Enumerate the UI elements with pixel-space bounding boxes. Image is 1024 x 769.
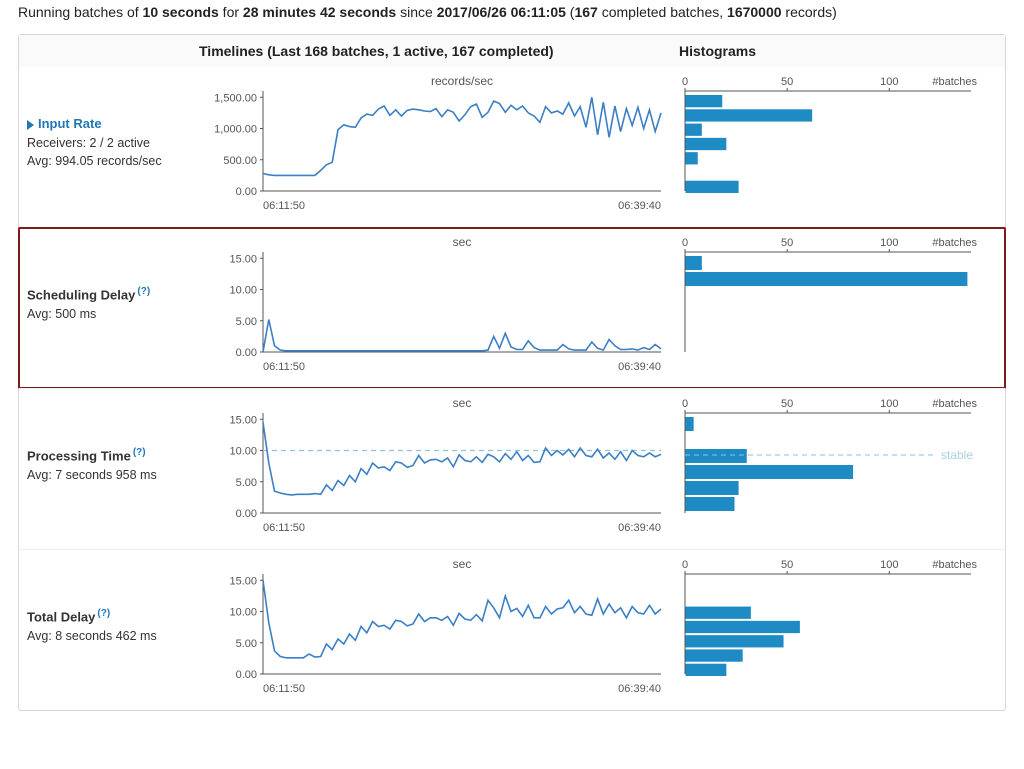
metric-title-text: Input Rate bbox=[38, 115, 102, 134]
svg-text:10.00: 10.00 bbox=[229, 285, 257, 297]
histogram-col: 0 50 100 #batches stable bbox=[679, 395, 997, 535]
svg-text:records/sec: records/sec bbox=[431, 74, 493, 88]
histogram-chart: 0 50 100 #batches stable bbox=[679, 395, 979, 535]
metric-title: Total Delay(?) bbox=[27, 607, 199, 627]
svg-text:100: 100 bbox=[880, 237, 898, 249]
metric-label-col: Processing Time(?)Avg: 7 seconds 958 ms bbox=[27, 395, 199, 535]
streaming-metrics-panel: Timelines (Last 168 batches, 1 active, 1… bbox=[18, 34, 1006, 711]
svg-text:5.00: 5.00 bbox=[236, 477, 257, 489]
timelines-header: Timelines (Last 168 batches, 1 active, 1… bbox=[199, 43, 554, 59]
metric-label-col: Scheduling Delay(?)Avg: 500 ms bbox=[27, 234, 199, 374]
svg-text:0.00: 0.00 bbox=[236, 669, 257, 681]
help-icon[interactable]: (?) bbox=[137, 286, 150, 297]
histogram-chart: 0 50 100 #batches bbox=[679, 234, 979, 374]
metric-subline-2: Avg: 994.05 records/sec bbox=[27, 152, 199, 170]
summary-prefix: Running batches of bbox=[18, 4, 143, 20]
metric-subline-1: Receivers: 2 / 2 active bbox=[27, 134, 199, 152]
svg-text:5.00: 5.00 bbox=[236, 638, 257, 650]
histogram-chart: 0 50 100 #batches bbox=[679, 73, 979, 213]
help-icon[interactable]: (?) bbox=[133, 447, 146, 458]
svg-text:06:11:50: 06:11:50 bbox=[263, 683, 305, 695]
svg-text:1,500.00: 1,500.00 bbox=[214, 92, 257, 104]
svg-text:100: 100 bbox=[880, 76, 898, 88]
metric-title-link[interactable]: Input Rate bbox=[27, 115, 199, 134]
svg-text:500.00: 500.00 bbox=[223, 155, 257, 167]
timeline-chart: sec 0.00 5.00 10.00 15.00 06:11:50 06:39:40 bbox=[199, 234, 669, 374]
svg-text:15.00: 15.00 bbox=[229, 414, 257, 426]
svg-text:sec: sec bbox=[453, 396, 472, 410]
header-row: Timelines (Last 168 batches, 1 active, 1… bbox=[19, 35, 1005, 67]
summary-batch-interval: 10 seconds bbox=[143, 4, 219, 20]
metric-title: Processing Time(?) bbox=[27, 446, 199, 466]
svg-text:06:39:40: 06:39:40 bbox=[618, 200, 661, 212]
svg-text:sec: sec bbox=[453, 235, 472, 249]
metric-row-processing_time: Processing Time(?)Avg: 7 seconds 958 mss… bbox=[19, 388, 1005, 549]
svg-text:sec: sec bbox=[453, 557, 472, 571]
summary-duration: 28 minutes 42 seconds bbox=[243, 4, 396, 20]
metric-subline-1: Avg: 500 ms bbox=[27, 305, 199, 323]
svg-text:06:39:40: 06:39:40 bbox=[618, 361, 661, 373]
svg-text:100: 100 bbox=[880, 559, 898, 571]
svg-text:#batches: #batches bbox=[932, 398, 977, 410]
summary-completed-count: 167 bbox=[574, 4, 597, 20]
metric-subline-1: Avg: 7 seconds 958 ms bbox=[27, 466, 199, 484]
svg-text:10.00: 10.00 bbox=[229, 607, 257, 619]
summary-since-ts: 2017/06/26 06:11:05 bbox=[437, 4, 566, 20]
svg-text:#batches: #batches bbox=[932, 559, 977, 571]
help-icon[interactable]: (?) bbox=[97, 608, 110, 619]
summary-records-count: 1670000 bbox=[727, 4, 782, 20]
metric-row-scheduling_delay: Scheduling Delay(?)Avg: 500 ms sec 0.00 5.0… bbox=[19, 227, 1005, 388]
svg-text:06:11:50: 06:11:50 bbox=[263, 361, 305, 373]
svg-text:15.00: 15.00 bbox=[229, 253, 257, 265]
svg-text:100: 100 bbox=[880, 398, 898, 410]
metric-row-input_rate: Input RateReceivers: 2 / 2 activeAvg: 99… bbox=[19, 67, 1005, 227]
svg-text:5.00: 5.00 bbox=[236, 316, 257, 328]
svg-text:stable: stable bbox=[941, 448, 973, 462]
timeline-col: sec 0.00 5.00 10.00 15.00 06:11:50 06:39:40 bbox=[199, 395, 679, 535]
metric-row-total_delay: Total Delay(?)Avg: 8 seconds 462 ms sec 0.… bbox=[19, 549, 1005, 710]
timeline-col: sec 0.00 5.00 10.00 15.00 06:11:50 06:39:40 bbox=[199, 234, 679, 374]
histogram-col: 0 50 100 #batches bbox=[679, 556, 997, 696]
histogram-col: 0 50 100 #batches bbox=[679, 73, 997, 213]
summary-line: Running batches of 10 seconds for 28 min… bbox=[18, 4, 1006, 20]
metric-title: Scheduling Delay(?) bbox=[27, 285, 199, 305]
metric-label-col: Input RateReceivers: 2 / 2 activeAvg: 99… bbox=[27, 73, 199, 213]
svg-text:0.00: 0.00 bbox=[236, 347, 257, 359]
timeline-col: records/sec 0.00 500.00 1,000.00 1,500.00 06:… bbox=[199, 73, 679, 213]
svg-text:0.00: 0.00 bbox=[236, 508, 257, 520]
svg-text:50: 50 bbox=[781, 559, 793, 571]
timeline-chart: sec 0.00 5.00 10.00 15.00 06:11:50 06:39:40 bbox=[199, 556, 669, 696]
svg-text:0: 0 bbox=[682, 76, 688, 88]
svg-text:50: 50 bbox=[781, 237, 793, 249]
svg-text:0: 0 bbox=[682, 398, 688, 410]
svg-text:0.00: 0.00 bbox=[236, 186, 257, 198]
svg-text:1,000.00: 1,000.00 bbox=[214, 124, 257, 136]
histograms-header: Histograms bbox=[679, 43, 756, 59]
svg-text:50: 50 bbox=[781, 398, 793, 410]
histogram-chart: 0 50 100 #batches bbox=[679, 556, 979, 696]
svg-text:0: 0 bbox=[682, 237, 688, 249]
svg-text:#batches: #batches bbox=[932, 76, 977, 88]
svg-text:50: 50 bbox=[781, 76, 793, 88]
svg-text:0: 0 bbox=[682, 559, 688, 571]
metric-subline-1: Avg: 8 seconds 462 ms bbox=[27, 627, 199, 645]
timeline-chart: sec 0.00 5.00 10.00 15.00 06:11:50 06:39:40 bbox=[199, 395, 669, 535]
expand-icon bbox=[27, 120, 34, 130]
timeline-chart: records/sec 0.00 500.00 1,000.00 1,500.00 06:… bbox=[199, 73, 669, 213]
timeline-col: sec 0.00 5.00 10.00 15.00 06:11:50 06:39:40 bbox=[199, 556, 679, 696]
svg-text:15.00: 15.00 bbox=[229, 575, 257, 587]
svg-text:06:11:50: 06:11:50 bbox=[263, 200, 305, 212]
svg-text:#batches: #batches bbox=[932, 237, 977, 249]
svg-text:06:11:50: 06:11:50 bbox=[263, 522, 305, 534]
svg-text:06:39:40: 06:39:40 bbox=[618, 522, 661, 534]
histogram-col: 0 50 100 #batches bbox=[679, 234, 997, 374]
metric-label-col: Total Delay(?)Avg: 8 seconds 462 ms bbox=[27, 556, 199, 696]
svg-text:10.00: 10.00 bbox=[229, 446, 257, 458]
svg-text:06:39:40: 06:39:40 bbox=[618, 683, 661, 695]
